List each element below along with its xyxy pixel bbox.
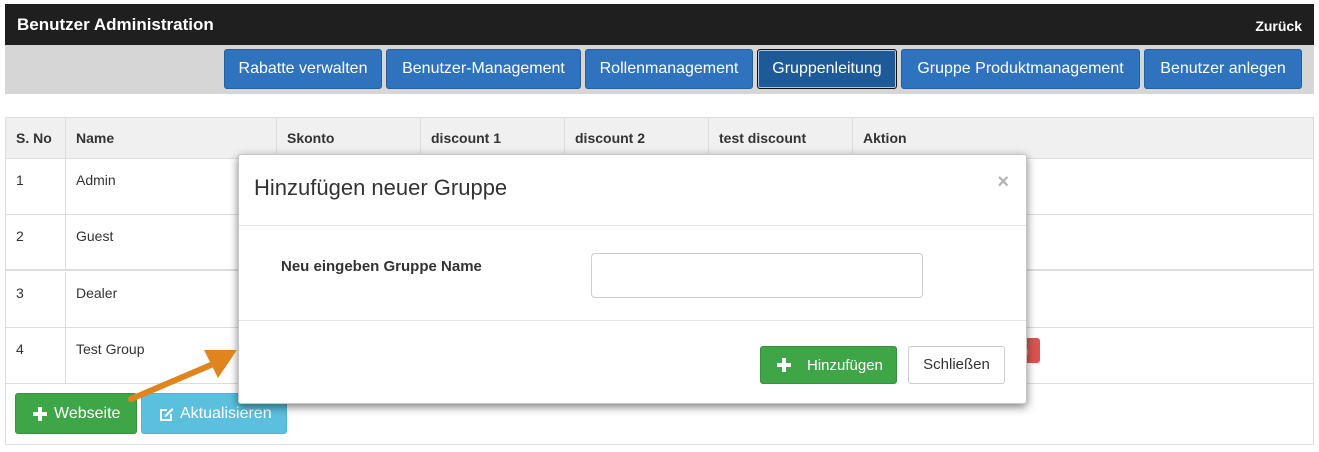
page-title: Benutzer Administration	[17, 15, 214, 34]
plus-icon	[777, 358, 791, 372]
modal-title: Hinzufügen neuer Gruppe	[254, 175, 508, 200]
website-button[interactable]: Webseite	[15, 393, 137, 434]
cell-sno: 4	[6, 328, 66, 383]
nav-button-benutzer-anlegen[interactable]: Benutzer anlegen	[1144, 49, 1302, 89]
column-header-discount-2: discount 2	[565, 118, 709, 158]
modal-divider	[239, 225, 1026, 226]
group-name-label: Neu eingeben Gruppe Name	[281, 258, 482, 275]
add-group-modal: Hinzufügen neuer Gruppe × Neu eingeben G…	[238, 154, 1027, 404]
nav-bar: Rabatte verwalten Benutzer-Management Ro…	[5, 45, 1314, 94]
cell-sno: 2	[6, 215, 66, 269]
modal-divider	[239, 320, 1026, 321]
column-header-sno: S. No	[6, 118, 66, 158]
nav-button-benutzer-management[interactable]: Benutzer-Management	[386, 49, 581, 89]
plus-icon	[33, 407, 47, 421]
cell-sno: 3	[6, 272, 66, 327]
nav-button-rollenmanagement[interactable]: Rollenmanagement	[585, 49, 753, 89]
edit-icon	[160, 408, 174, 421]
nav-button-rabatte[interactable]: Rabatte verwalten	[224, 49, 382, 89]
column-header-name: Name	[66, 118, 277, 158]
add-group-button-label: Hinzufügen	[807, 357, 883, 374]
column-header-skonto: Skonto	[277, 118, 421, 158]
website-button-label: Webseite	[54, 405, 121, 422]
close-icon[interactable]: ×	[997, 171, 1009, 194]
top-bar: Benutzer Administration Zurück	[5, 4, 1314, 45]
nav-button-gruppenleitung[interactable]: Gruppenleitung	[757, 49, 897, 89]
cell-sno: 1	[6, 159, 66, 214]
column-header-test-discount: test discount	[709, 118, 853, 158]
column-header-aktion: Aktion	[863, 130, 907, 146]
back-link[interactable]: Zurück	[1255, 18, 1302, 34]
nav-button-gruppe-produktmanagement[interactable]: Gruppe Produktmanagement	[901, 49, 1140, 89]
update-button-label: Aktualisieren	[180, 405, 272, 422]
add-group-button[interactable]: Hinzufügen	[760, 346, 897, 384]
close-modal-button[interactable]: Schließen	[908, 346, 1005, 384]
column-header-discount-1: discount 1	[421, 118, 565, 158]
group-name-input[interactable]	[591, 253, 923, 298]
table-header: S. No Name Skonto discount 1 discount 2 …	[6, 118, 1313, 159]
